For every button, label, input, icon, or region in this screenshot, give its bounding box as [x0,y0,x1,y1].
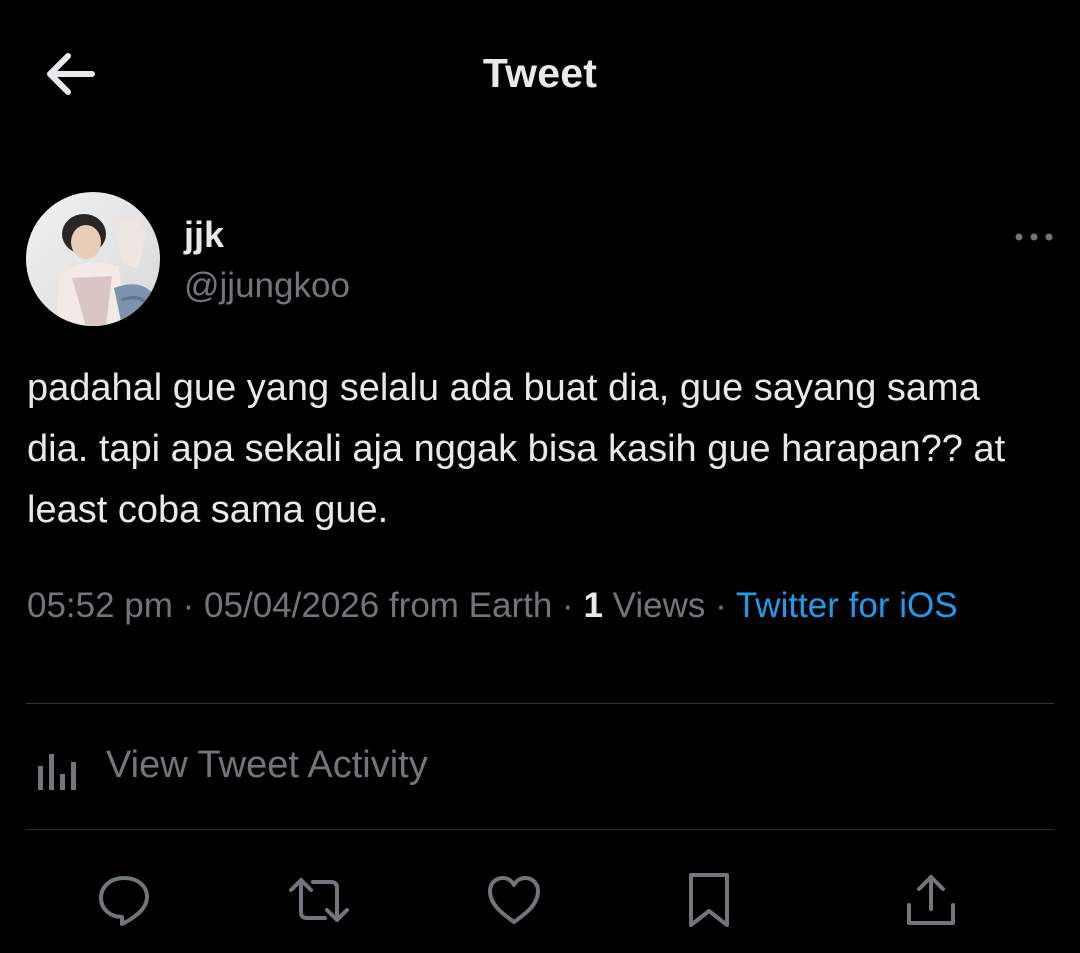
analytics-bars-icon [38,754,76,790]
activity-label: View Tweet Activity [106,744,428,786]
page-title: Tweet [482,50,598,96]
share-button[interactable] [896,865,966,935]
view-tweet-activity-button[interactable]: View Tweet Activity [26,730,1054,808]
tweet-author: jjk @jjungkoo [26,192,1056,327]
top-bar: Tweet [0,0,1080,150]
bookmark-icon [689,873,729,927]
meta-separator: · [172,586,205,625]
username-handle[interactable]: @jjungkoo [184,266,350,306]
divider [26,829,1054,830]
tweet-text: padahal gue yang selalu ada buat dia, gu… [27,367,1006,531]
avatar-image [26,192,160,326]
tweet-date[interactable]: 05/04/2026 [204,586,379,625]
reply-icon [99,876,149,926]
meta-separator: · [705,586,736,625]
views-label: Views [602,586,706,625]
tweet-time[interactable]: 05:52 pm [27,586,173,625]
reply-button[interactable] [89,865,159,935]
retweet-button[interactable] [284,865,354,935]
retweet-icon [289,878,349,922]
views-count: 1 [583,586,603,625]
heart-icon [488,876,540,924]
more-options-button[interactable] [1012,222,1056,252]
tweet-action-bar [0,865,1080,935]
meta-separator: · [552,586,584,625]
avatar[interactable] [26,192,160,326]
tweet-location: from Earth [379,586,553,625]
like-button[interactable] [479,865,549,935]
share-icon [907,875,955,925]
display-name[interactable]: jjk [184,214,224,256]
more-horizontal-icon [1015,233,1053,241]
source-link[interactable]: Twitter for iOS [736,586,958,625]
divider [26,703,1054,704]
tweet-meta: 05:52 pm · 05/04/2026 from Earth · 1 Vie… [27,583,1037,629]
bookmark-button[interactable] [674,865,744,935]
